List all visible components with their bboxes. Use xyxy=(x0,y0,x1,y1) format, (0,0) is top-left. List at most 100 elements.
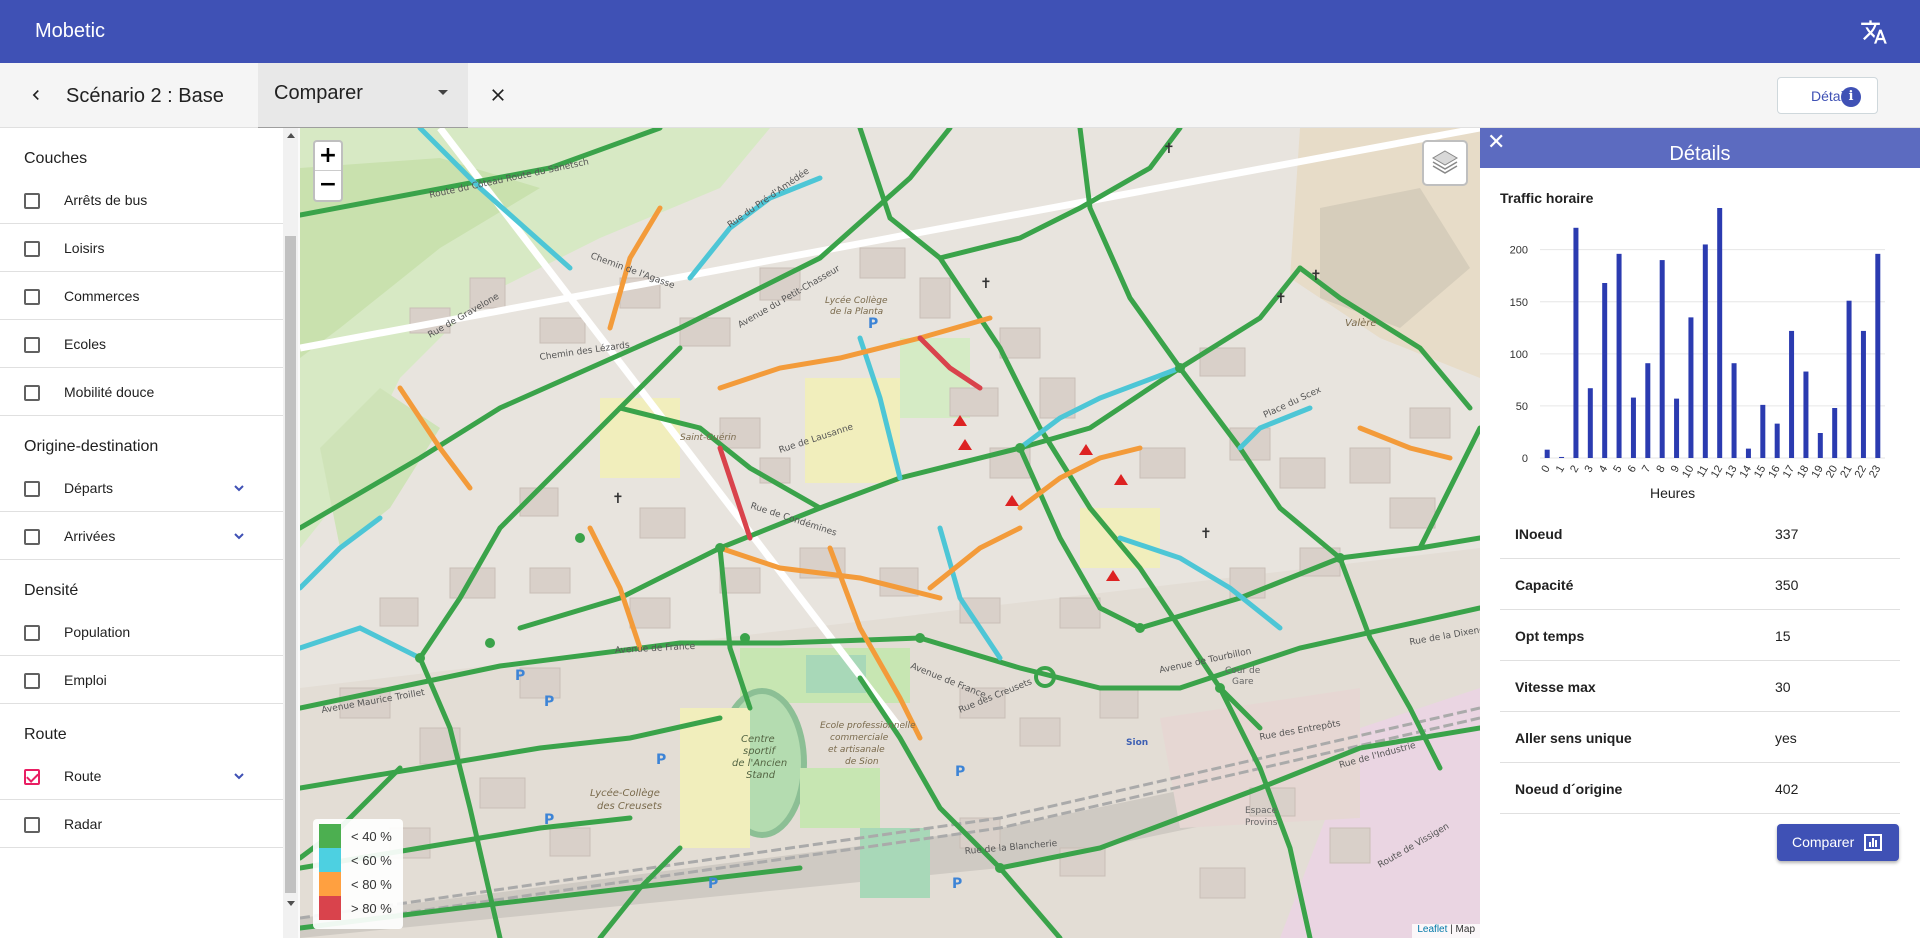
layers-control-button[interactable] xyxy=(1422,140,1468,186)
layer-item-departs[interactable]: Départs xyxy=(0,464,283,512)
checkbox[interactable] xyxy=(24,385,40,401)
chevron-down-icon[interactable] xyxy=(233,482,245,494)
bar xyxy=(1587,388,1593,458)
x-tick-label: 10 xyxy=(1680,464,1697,481)
checkbox[interactable] xyxy=(24,481,40,497)
bar xyxy=(1573,227,1579,458)
legend-swatch xyxy=(319,848,341,872)
svg-text:P: P xyxy=(868,316,878,332)
checkbox[interactable] xyxy=(24,625,40,641)
layer-label: Population xyxy=(64,624,131,640)
zoom-in-button[interactable]: + xyxy=(315,142,341,171)
checkbox[interactable] xyxy=(24,817,40,833)
checkbox[interactable] xyxy=(24,241,40,257)
map-view[interactable]: ✝ ✝ ✝ ✝ ✝ ✝ PPP PPP PP Route du Côteau Route… xyxy=(300,128,1480,938)
bar xyxy=(1630,397,1636,458)
layer-label: Commerces xyxy=(64,288,140,304)
layer-item-mobilite-douce[interactable]: Mobilité douce xyxy=(0,368,283,416)
x-tick-label: 3 xyxy=(1582,464,1595,475)
bar xyxy=(1803,371,1809,458)
svg-text:commerciale: commerciale xyxy=(830,733,889,743)
bar xyxy=(1702,244,1708,458)
back-arrow-icon[interactable] xyxy=(26,85,46,105)
bar xyxy=(1688,317,1694,458)
sidebar-scrollbar[interactable] xyxy=(283,128,298,938)
checkbox[interactable] xyxy=(24,337,40,353)
scrollbar-thumb[interactable] xyxy=(285,236,296,893)
svg-text:✝: ✝ xyxy=(1275,291,1287,307)
bar xyxy=(1760,404,1766,458)
layer-item-arrets-de-bus[interactable]: Arrêts de bus xyxy=(0,176,283,224)
bar xyxy=(1832,408,1838,458)
layer-item-emploi[interactable]: Emploi xyxy=(0,656,283,704)
legend-swatch xyxy=(319,896,341,920)
x-tick-label: 7 xyxy=(1640,464,1653,475)
map-attribution-text[interactable]: Map xyxy=(1456,924,1475,935)
svg-text:✝: ✝ xyxy=(1200,526,1212,542)
layer-label: Radar xyxy=(64,816,103,832)
detail-button[interactable]: Détail i xyxy=(1777,77,1878,114)
hourly-traffic-chart: 0501001502000 1 2 3 4 5 6 7 8 9101112131415161718… xyxy=(1510,208,1885,481)
layer-item-radar[interactable]: Radar xyxy=(0,800,283,848)
layer-label: Route xyxy=(64,768,102,784)
y-tick-label: 200 xyxy=(1510,245,1528,257)
svg-text:de l'Ancien: de l'Ancien xyxy=(732,758,787,769)
table-row: Opt temps 15 xyxy=(1500,610,1900,661)
x-tick-label: 20 xyxy=(1824,464,1841,481)
svg-text:Centre: Centre xyxy=(741,734,775,745)
layer-item-commerces[interactable]: Commerces xyxy=(0,272,283,320)
svg-text:P: P xyxy=(544,694,554,710)
zoom-out-button[interactable]: − xyxy=(315,171,341,200)
x-tick-label: 16 xyxy=(1766,464,1783,481)
compare-select[interactable]: Comparer xyxy=(258,63,468,128)
checkbox[interactable] xyxy=(24,289,40,305)
leaflet-link[interactable]: Leaflet xyxy=(1417,924,1447,935)
x-tick-label: 22 xyxy=(1853,464,1870,481)
svg-text:Lycée Collège: Lycée Collège xyxy=(825,295,888,306)
attribution-separator: | xyxy=(1447,924,1456,935)
legend-swatch xyxy=(319,872,341,896)
layer-label: Départs xyxy=(64,480,114,496)
details-panel: ✕ Détails Traffic horaire 0 50 100 150 200 0 1… xyxy=(1480,128,1920,938)
bar xyxy=(1645,363,1651,458)
map-tiles[interactable]: ✝✝✝ ✝✝✝ PPP PPP PP Route du Côteau Route… xyxy=(300,128,1480,938)
layer-item-route[interactable]: Route xyxy=(0,752,283,800)
row-value: 337 xyxy=(1775,526,1799,542)
checkbox-checked[interactable] xyxy=(24,769,40,785)
x-tick-label: 15 xyxy=(1752,464,1769,481)
layer-item-loisirs[interactable]: Loisirs xyxy=(0,224,283,272)
details-header: ✕ Détails xyxy=(1480,128,1920,168)
checkbox[interactable] xyxy=(24,193,40,209)
layer-item-arrivees[interactable]: Arrivées xyxy=(0,512,283,560)
x-tick-label: 11 xyxy=(1695,464,1711,480)
bar xyxy=(1789,330,1795,458)
layer-item-population[interactable]: Population xyxy=(0,608,283,656)
layer-label: Emploi xyxy=(64,672,107,688)
checkbox[interactable] xyxy=(24,529,40,545)
x-tick-label: 12 xyxy=(1709,464,1726,481)
scroll-up-arrow-icon[interactable] xyxy=(287,133,295,138)
translate-icon[interactable] xyxy=(1860,18,1888,46)
bar xyxy=(1846,300,1852,458)
layer-label: Ecoles xyxy=(64,336,107,352)
zoom-control: + − xyxy=(313,140,343,202)
checkbox[interactable] xyxy=(24,673,40,689)
chevron-down-icon[interactable] xyxy=(233,530,245,542)
svg-text:P: P xyxy=(952,876,962,892)
svg-text:Sion: Sion xyxy=(1126,738,1148,748)
row-key: Opt temps xyxy=(1515,628,1585,644)
dropdown-arrow-icon xyxy=(438,90,448,95)
scroll-down-arrow-icon[interactable] xyxy=(287,901,295,906)
app-bar: Mobetic xyxy=(0,0,1920,63)
section-title-route: Route xyxy=(24,726,67,743)
chevron-down-icon[interactable] xyxy=(233,770,245,782)
table-row: Vitesse max 30 xyxy=(1500,661,1900,712)
legend-swatch xyxy=(319,824,341,848)
compare-button[interactable]: Comparer xyxy=(1777,824,1899,861)
legend-row: < 60 % xyxy=(319,848,397,872)
x-tick-label: 4 xyxy=(1597,464,1610,475)
layer-item-ecoles[interactable]: Ecoles xyxy=(0,320,283,368)
close-comparison-icon[interactable] xyxy=(488,85,508,105)
svg-text:P: P xyxy=(708,876,718,892)
svg-text:✝: ✝ xyxy=(1310,268,1322,284)
